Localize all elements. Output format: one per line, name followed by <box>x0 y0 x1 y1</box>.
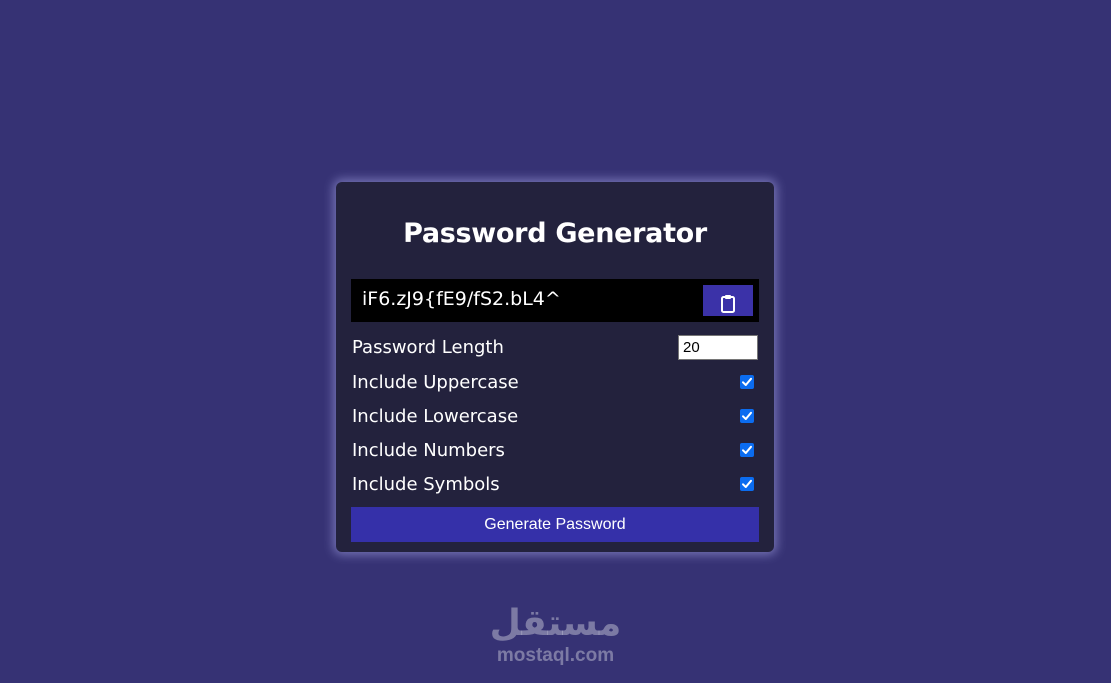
watermark-url: mostaql.com <box>496 645 615 666</box>
page-title: Password Generator <box>403 218 707 249</box>
option-row-lowercase: Include Lowercase <box>351 404 759 430</box>
include-lowercase-checkbox[interactable] <box>740 409 754 423</box>
watermark-logo: مستقل <box>489 603 622 644</box>
option-row-uppercase: Include Uppercase <box>351 370 759 396</box>
generate-password-button[interactable]: Generate Password <box>351 507 759 542</box>
include-lowercase-label: Include Lowercase <box>352 406 519 427</box>
include-numbers-label: Include Numbers <box>352 440 505 461</box>
password-length-row: Password Length <box>351 335 759 361</box>
password-result-box: iF6.zJ9{fE9/fS2.bL4^ <box>351 279 759 322</box>
option-row-numbers: Include Numbers <box>351 438 759 464</box>
password-generator-card: Password Generator iF6.zJ9{fE9/fS2.bL4^ … <box>336 182 774 552</box>
password-length-input[interactable] <box>678 335 758 360</box>
include-symbols-label: Include Symbols <box>352 474 500 495</box>
include-uppercase-checkbox[interactable] <box>740 375 754 389</box>
password-length-label: Password Length <box>352 337 504 358</box>
option-row-symbols: Include Symbols <box>351 472 759 498</box>
watermark: مستقل mostaql.com <box>0 604 1111 668</box>
copy-to-clipboard-button[interactable] <box>703 285 753 316</box>
generated-password: iF6.zJ9{fE9/fS2.bL4^ <box>362 288 561 310</box>
include-uppercase-label: Include Uppercase <box>352 372 519 393</box>
include-symbols-checkbox[interactable] <box>740 477 754 491</box>
page: Password Generator iF6.zJ9{fE9/fS2.bL4^ … <box>0 0 1111 683</box>
include-numbers-checkbox[interactable] <box>740 443 754 457</box>
clipboard-icon <box>703 294 753 313</box>
